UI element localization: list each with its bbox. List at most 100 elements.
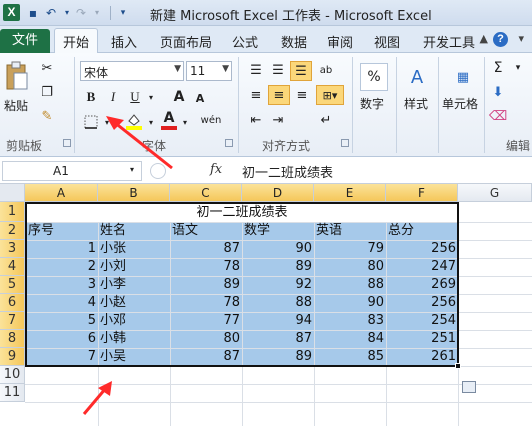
number-format-button[interactable]: 数字 xyxy=(360,95,384,112)
group-separator xyxy=(74,57,75,153)
font-name-value: 宋体 xyxy=(84,66,109,80)
alignment-group-label: 对齐方式 xyxy=(262,139,311,153)
row-header-1[interactable]: 1 xyxy=(0,202,25,222)
row-header-4[interactable]: 4 xyxy=(0,258,25,276)
styles-button[interactable]: 样式 xyxy=(404,95,428,112)
percent-icon[interactable]: % xyxy=(360,63,388,91)
customize-quick-access-icon[interactable]: ▾ xyxy=(114,4,132,22)
row-header-8[interactable]: 8 xyxy=(0,330,25,348)
column-header-f[interactable]: F xyxy=(386,184,458,202)
cells-icon[interactable]: ▦ xyxy=(452,63,474,91)
editing-group-label: 编辑 xyxy=(506,139,531,153)
orientation-icon[interactable]: ab xyxy=(316,61,336,79)
row-header-3[interactable]: 3 xyxy=(0,240,25,258)
window-title: 新建 Microsoft Excel 工作表 - Microsoft Excel xyxy=(150,9,432,24)
row-header-2[interactable]: 2 xyxy=(0,222,25,240)
fill-handle[interactable] xyxy=(455,363,461,369)
column-header-d[interactable]: D xyxy=(242,184,314,202)
font-launcher-icon[interactable] xyxy=(225,139,233,147)
font-size-select[interactable]: 11 ▼ xyxy=(186,61,232,81)
group-separator xyxy=(352,57,353,153)
insert-function-icon[interactable]: fx xyxy=(210,162,222,177)
increase-indent-icon[interactable]: ⇥ xyxy=(268,111,288,129)
align-center-icon[interactable]: ≡ xyxy=(268,85,290,105)
paste-button[interactable]: 粘贴 xyxy=(4,97,28,114)
tab-data[interactable]: 数据 xyxy=(281,32,307,51)
clear-icon[interactable]: ⌫ xyxy=(489,107,507,125)
align-left-icon[interactable]: ≡ xyxy=(246,85,266,105)
tab-formulas[interactable]: 公式 xyxy=(232,32,258,51)
italic-button[interactable]: I xyxy=(104,87,122,107)
select-all-button[interactable] xyxy=(0,184,25,202)
fill-icon[interactable]: ⬇ xyxy=(490,83,506,101)
styles-icon[interactable]: A xyxy=(404,63,430,91)
chevron-down-icon: ▼ xyxy=(222,64,229,74)
copy-icon[interactable]: ❐ xyxy=(38,83,56,101)
row-header-10[interactable]: 10 xyxy=(0,366,25,384)
column-header-c[interactable]: C xyxy=(170,184,242,202)
alignment-launcher-icon[interactable] xyxy=(341,139,349,147)
selection-border xyxy=(25,202,459,367)
group-separator xyxy=(484,57,485,153)
autosum-icon[interactable]: Σ xyxy=(490,59,506,77)
column-header-e[interactable]: E xyxy=(314,184,386,202)
excel-app-icon[interactable]: X xyxy=(3,4,20,21)
formula-input[interactable]: 初一二班成绩表 xyxy=(242,162,333,181)
font-size-value: 11 xyxy=(190,64,206,78)
border-icon[interactable] xyxy=(82,113,100,131)
tab-developer[interactable]: 开发工具 xyxy=(423,32,475,51)
underline-button[interactable]: U xyxy=(126,87,144,107)
row-header-6[interactable]: 6 xyxy=(0,294,25,312)
tab-insert[interactable]: 插入 xyxy=(111,32,137,51)
annotation-arrow-icon xyxy=(82,381,112,415)
save-icon[interactable]: ▪ xyxy=(24,4,42,22)
align-bottom-icon[interactable]: ☰ xyxy=(290,61,312,81)
tab-home[interactable]: 开始 xyxy=(54,28,99,54)
column-header-a[interactable]: A xyxy=(25,184,98,202)
bold-button[interactable]: B xyxy=(82,87,100,107)
name-box-value: A1 xyxy=(53,164,69,178)
ribbon-options-icon[interactable]: ▾ xyxy=(518,32,524,45)
align-top-icon[interactable]: ☰ xyxy=(246,61,266,79)
grow-font-button[interactable]: A xyxy=(170,87,188,107)
ribbon-tabs: 文件 开始 插入 页面布局 公式 数据 审阅 视图 开发工具 ▲ ? ▾ xyxy=(0,26,532,54)
tab-file[interactable]: 文件 xyxy=(0,29,50,53)
column-header-b[interactable]: B xyxy=(98,184,170,202)
annotation-arrow-icon xyxy=(106,116,173,170)
tab-page-layout[interactable]: 页面布局 xyxy=(160,32,212,51)
minimize-ribbon-icon[interactable]: ▲ xyxy=(480,32,488,45)
row-header-11[interactable]: 11 xyxy=(0,384,25,402)
underline-dropdown-icon[interactable]: ▾ xyxy=(146,87,156,107)
font-name-select[interactable]: 宋体 ▼ xyxy=(80,61,184,81)
paste-options-icon[interactable] xyxy=(462,381,476,393)
column-header-g[interactable]: G xyxy=(458,184,532,202)
cells-button[interactable]: 单元格 xyxy=(442,95,478,112)
group-separator xyxy=(238,57,239,153)
chevron-down-icon: ▼ xyxy=(174,64,181,74)
help-icon[interactable]: ? xyxy=(493,32,508,47)
paste-icon[interactable] xyxy=(4,59,30,93)
ribbon-home: 粘贴 ✂ ❐ ✎ 剪贴板 宋体 ▼ 11 ▼ B I U ▾ A A ▾ ▾ A… xyxy=(0,53,532,157)
redo-dropdown-icon[interactable]: ▾ xyxy=(88,4,106,22)
formula-bar: A1 ▾ fx 初一二班成绩表 xyxy=(0,158,532,184)
shrink-font-button[interactable]: A xyxy=(192,89,208,107)
decrease-indent-icon[interactable]: ⇤ xyxy=(246,111,266,129)
wrap-text-icon[interactable]: ↵ xyxy=(316,111,336,129)
align-middle-icon[interactable]: ☰ xyxy=(268,61,288,79)
row-header-9[interactable]: 9 xyxy=(0,348,25,366)
cut-icon[interactable]: ✂ xyxy=(38,59,56,77)
align-right-icon[interactable]: ≡ xyxy=(292,85,312,105)
phonetic-guide-button[interactable]: wén xyxy=(198,109,224,131)
tab-view[interactable]: 视图 xyxy=(374,32,400,51)
title-bar: X ▪ ↶ ▾ ↷ ▾ ▾ 新建 Microsoft Excel 工作表 - M… xyxy=(0,0,532,26)
row-header-7[interactable]: 7 xyxy=(0,312,25,330)
format-painter-icon[interactable]: ✎ xyxy=(38,107,56,125)
font-color-dropdown-icon[interactable]: ▾ xyxy=(180,113,190,131)
phonetic-label: wén xyxy=(200,114,222,126)
tab-review[interactable]: 审阅 xyxy=(327,32,353,51)
clipboard-group-label: 剪贴板 xyxy=(6,139,43,153)
merge-center-icon[interactable]: ⊞▾ xyxy=(316,85,344,105)
autosum-dropdown-icon[interactable]: ▾ xyxy=(510,59,526,77)
clipboard-launcher-icon[interactable] xyxy=(63,139,71,147)
row-header-5[interactable]: 5 xyxy=(0,276,25,294)
